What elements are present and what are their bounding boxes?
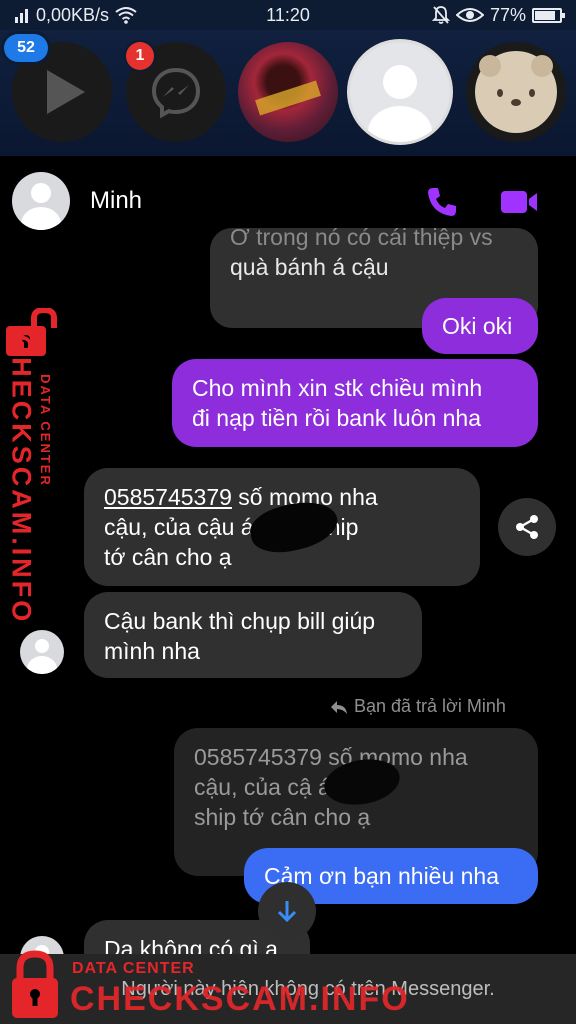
- clock: 11:20: [266, 4, 310, 25]
- chat-head-bear[interactable]: [466, 42, 566, 142]
- messenger-badge: 1: [126, 42, 154, 70]
- watermark-side-title: CHECKSCAM.INFO: [6, 334, 37, 624]
- reply-note: Bạn đã trả lời Minh: [330, 696, 506, 717]
- message-line: Cậu bank thì chụp bill giúp: [104, 608, 376, 634]
- message-line: Cho mình xin stk chiều mình: [192, 375, 483, 401]
- messenger-icon: [151, 67, 201, 118]
- watermark-bottom-title: CHECKSCAM.INFO: [70, 980, 410, 1018]
- message-line: quà bánh á cậu: [230, 254, 389, 280]
- video-camera-icon: [501, 191, 537, 213]
- watermark-side: CHECKSCAM.INFO DATA CENTER: [2, 308, 66, 624]
- chat-heads-bar: 52 1: [0, 30, 576, 188]
- scroll-to-bottom-button[interactable]: [258, 882, 316, 940]
- bars-icon: [15, 9, 28, 23]
- sender-avatar[interactable]: [20, 630, 64, 674]
- phone-icon: [428, 188, 456, 216]
- unread-count-badge: 52: [4, 34, 48, 62]
- share-button[interactable]: [498, 498, 556, 556]
- status-left: 0,00KB/s: [14, 5, 137, 26]
- watermark-side-subtitle: DATA CENTER: [37, 373, 53, 487]
- reply-arrow-icon: [331, 700, 347, 714]
- arrow-down-icon: [277, 901, 297, 923]
- status-right: 77%: [431, 4, 565, 26]
- battery-fill: [535, 10, 555, 20]
- message-bubble-incoming[interactable]: 0585745379 số momo nha cậu, của cậu á. T…: [84, 468, 480, 586]
- message-line: ship tớ cân cho ạ: [194, 804, 371, 830]
- phone-number-link[interactable]: 0585745379: [104, 484, 232, 510]
- message-line: mình nha: [104, 638, 200, 664]
- voice-call-button[interactable]: [420, 180, 464, 224]
- message-bubble-incoming[interactable]: Cậu bank thì chụp bill giúp mình nha: [84, 592, 422, 678]
- play-icon: [47, 70, 85, 114]
- lock-icon: [12, 950, 58, 1018]
- chat-panel: Minh Ở trong nó có cái thiệp vs quà bánh…: [0, 156, 576, 1024]
- chat-head-photo[interactable]: [238, 42, 338, 142]
- video-call-button[interactable]: [496, 180, 542, 224]
- network-speed: 0,00KB/s: [36, 4, 110, 25]
- contact-avatar[interactable]: [12, 172, 70, 230]
- watermark-bottom: DATA CENTER CHECKSCAM.INFO: [0, 948, 420, 1024]
- eye-icon: [455, 8, 484, 22]
- message-bubble-outgoing[interactable]: Oki oki: [422, 298, 538, 354]
- contact-name[interactable]: Minh: [90, 187, 142, 215]
- message-line: Ở trong nó có cái thiệp vs: [230, 228, 493, 250]
- message-bubble-outgoing[interactable]: Cho mình xin stk chiều mình đi nạp tiền …: [172, 359, 538, 447]
- wifi-icon: [115, 7, 137, 24]
- chat-head-minh[interactable]: [350, 42, 450, 142]
- watermark-bottom-subtitle: DATA CENTER: [72, 960, 195, 977]
- battery-icon: [532, 7, 565, 23]
- share-icon: [516, 515, 538, 539]
- avatar-icon: [350, 42, 450, 142]
- status-bar: 0,00KB/s 11:20 77%: [0, 0, 576, 30]
- bell-off-icon: [431, 6, 450, 24]
- message-line: đi nạp tiền rồi bank luôn nha: [192, 405, 481, 431]
- reply-note-text: Bạn đã trả lời Minh: [354, 696, 506, 716]
- battery-percent: 77%: [489, 4, 526, 25]
- bear-avatar: [475, 51, 557, 133]
